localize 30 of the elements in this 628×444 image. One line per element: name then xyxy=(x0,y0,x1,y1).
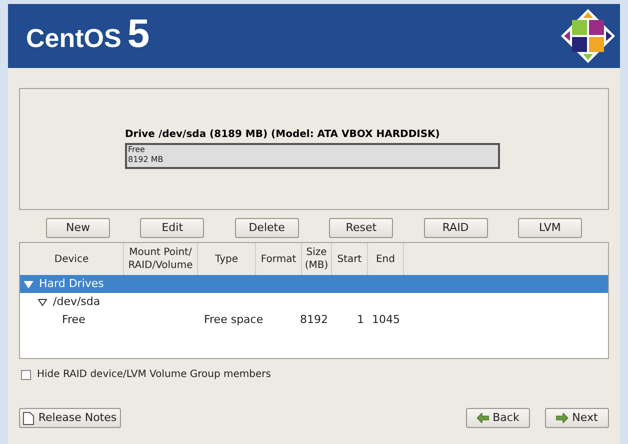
version-number: 5 xyxy=(127,14,150,54)
table-row[interactable]: Hard Drives xyxy=(20,275,608,293)
document-icon xyxy=(23,412,34,424)
table-cell-text: /dev/sda xyxy=(53,294,100,310)
button[interactable]: New xyxy=(46,218,110,238)
expander-icon[interactable] xyxy=(38,298,47,306)
logo-icon xyxy=(560,8,616,64)
checkbox[interactable] xyxy=(21,370,31,380)
segment-label: Free xyxy=(128,145,146,155)
table-cell-text: Free xyxy=(62,312,86,328)
table-cell-text: 1045 xyxy=(372,312,400,328)
button[interactable]: Next xyxy=(545,408,609,428)
button[interactable]: Delete xyxy=(234,218,299,238)
free-segment[interactable]: Free 8192 MB xyxy=(125,143,500,169)
table-cell-text: 8192 xyxy=(300,312,328,328)
button[interactable]: LVM xyxy=(518,218,582,238)
button[interactable]: RAID xyxy=(424,218,488,238)
button[interactable]: Release Notes xyxy=(19,408,121,428)
button[interactable]: Edit xyxy=(140,218,204,238)
table-cell-text: Hard Drives xyxy=(39,276,104,292)
left-arrow-icon xyxy=(476,413,489,423)
table-cell-text: Free space xyxy=(204,312,264,328)
button[interactable]: Back xyxy=(466,408,530,428)
drive-title: Drive /dev/sda (8189 MB) (Model: ATA VBOX HARDDISK) xyxy=(125,128,440,142)
brand-name: CentOS xyxy=(26,22,122,55)
checkbox-label: Hide RAID device/LVM Volume Group members xyxy=(37,368,271,382)
table-cell-text: 1 xyxy=(357,312,364,328)
segment-size: 8192 MB xyxy=(128,155,164,165)
right-arrow-icon xyxy=(556,413,568,423)
button[interactable]: Reset xyxy=(329,218,394,238)
